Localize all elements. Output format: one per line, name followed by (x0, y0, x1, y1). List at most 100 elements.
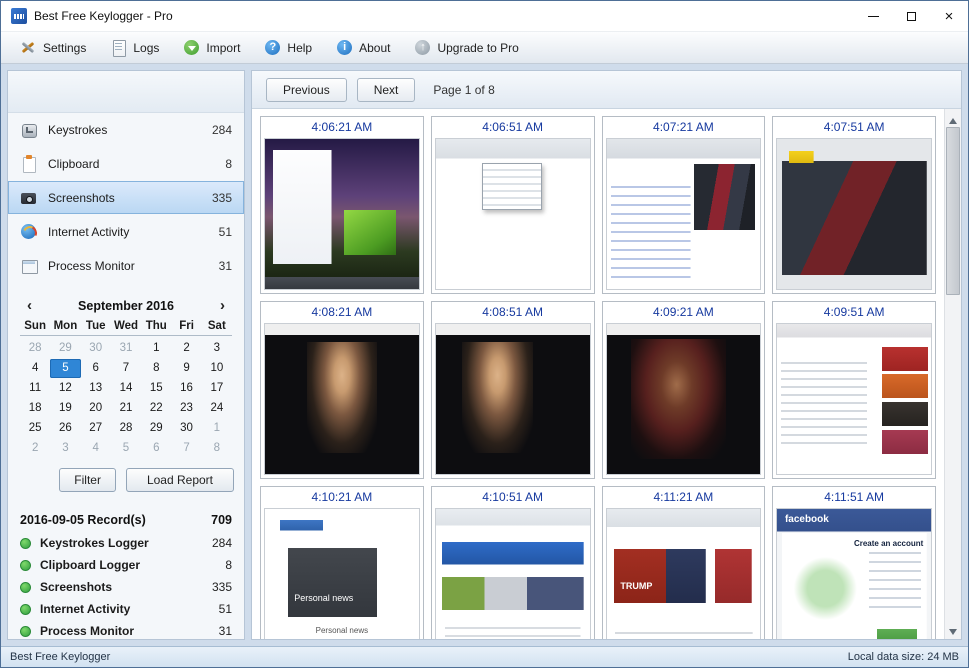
import-icon (183, 39, 200, 56)
sidebar-item-keystrokes[interactable]: Keystrokes284 (8, 113, 244, 146)
toolbar-button-help[interactable]: Help (255, 35, 321, 60)
maximize-button[interactable] (892, 1, 930, 31)
calendar-day[interactable]: 11 (20, 379, 50, 398)
calendar-day[interactable]: 7 (111, 359, 141, 378)
screenshot-card[interactable]: 4:09:51 AM (772, 301, 936, 479)
calendar-day[interactable]: 4 (20, 359, 50, 378)
summary-row: Internet Activity51 (8, 598, 244, 620)
summary-value: 335 (212, 580, 232, 594)
calendar-day[interactable]: 5 (50, 359, 80, 378)
calendar-day[interactable]: 1 (202, 419, 232, 438)
calendar-day[interactable]: 15 (141, 379, 171, 398)
calendar-day[interactable]: 25 (20, 419, 50, 438)
screenshot-thumbnail: Personal newsPersonal news (264, 508, 420, 639)
calendar-prev-button[interactable]: ‹ (22, 297, 37, 314)
previous-button[interactable]: Previous (266, 78, 347, 102)
toolbar-button-import[interactable]: Import (174, 35, 249, 60)
sidebar-item-count: 284 (212, 123, 232, 137)
screenshot-card[interactable]: 4:10:21 AMPersonal newsPersonal news (260, 486, 424, 639)
load-report-button[interactable]: Load Report (126, 468, 234, 492)
calendar-day[interactable]: 18 (20, 399, 50, 418)
calendar-day[interactable]: 2 (20, 439, 50, 458)
screenshot-card[interactable]: 4:11:21 AMTRUMP (602, 486, 766, 639)
calendar-day[interactable]: 8 (202, 439, 232, 458)
screenshot-card[interactable]: 4:08:51 AM (431, 301, 595, 479)
calendar-day[interactable]: 10 (202, 359, 232, 378)
scrollbar-thumb[interactable] (946, 127, 960, 295)
screenshot-card[interactable]: 4:07:21 AM (602, 116, 766, 294)
calendar-day[interactable]: 23 (171, 399, 201, 418)
calendar-day[interactable]: 12 (50, 379, 80, 398)
scroll-up-button[interactable] (945, 109, 961, 126)
screenshot-card[interactable]: 4:09:21 AM (602, 301, 766, 479)
screenshot-card[interactable]: 4:10:51 AM (431, 486, 595, 639)
calendar-day-header: Thu (141, 320, 171, 332)
calendar-header: ‹ September 2016 › (18, 295, 234, 320)
sidebar-item-process-monitor[interactable]: Process Monitor31 (8, 249, 244, 282)
next-button[interactable]: Next (357, 78, 416, 102)
calendar-day[interactable]: 3 (50, 439, 80, 458)
calendar-day[interactable]: 29 (141, 419, 171, 438)
window-controls: × (854, 1, 968, 31)
calendar-day[interactable]: 27 (81, 419, 111, 438)
screenshot-card[interactable]: 4:07:51 AM (772, 116, 936, 294)
calendar-day[interactable]: 19 (50, 399, 80, 418)
calendar-day[interactable]: 5 (111, 439, 141, 458)
scrollbar[interactable] (944, 109, 961, 639)
calendar-day[interactable]: 17 (202, 379, 232, 398)
summary-date-label: 2016-09-05 Record(s) (20, 513, 146, 527)
screenshot-thumbnail (435, 323, 591, 475)
screenshot-card[interactable]: 4:06:21 AM (260, 116, 424, 294)
calendar-day[interactable]: 7 (171, 439, 201, 458)
screenshot-card[interactable]: 4:11:51 AMfacebookCreate an account (772, 486, 936, 639)
scroll-down-button[interactable] (945, 622, 961, 639)
calendar-day[interactable]: 6 (81, 359, 111, 378)
sidebar-nav: Keystrokes284Clipboard8Screenshots335Int… (8, 113, 244, 283)
calendar-day[interactable]: 16 (171, 379, 201, 398)
sidebar-item-screenshots[interactable]: Screenshots335 (8, 181, 244, 214)
calendar-day[interactable]: 4 (81, 439, 111, 458)
calendar-day[interactable]: 28 (111, 419, 141, 438)
calendar-day[interactable]: 3 (202, 339, 232, 358)
screenshot-card[interactable]: 4:06:51 AM (431, 116, 595, 294)
calendar-next-button[interactable]: › (215, 297, 230, 314)
sidebar-item-count: 335 (212, 191, 232, 205)
calendar-day[interactable]: 31 (111, 339, 141, 358)
summary-value: 31 (219, 624, 232, 638)
calendar-day[interactable]: 29 (50, 339, 80, 358)
calendar-day[interactable]: 22 (141, 399, 171, 418)
screenshot-area: 4:06:21 AM4:06:51 AM4:07:21 AM4:07:51 AM… (252, 109, 961, 639)
calendar-day[interactable]: 26 (50, 419, 80, 438)
calendar-day-header: Fri (171, 320, 201, 332)
toolbar-button-logs[interactable]: Logs (101, 35, 168, 60)
summary-row: Screenshots335 (8, 576, 244, 598)
sidebar-item-clipboard[interactable]: Clipboard8 (8, 147, 244, 180)
calendar-day[interactable]: 20 (81, 399, 111, 418)
close-button[interactable]: × (930, 1, 968, 31)
calendar-day[interactable]: 24 (202, 399, 232, 418)
calendar-day[interactable]: 28 (20, 339, 50, 358)
calendar-day[interactable]: 9 (171, 359, 201, 378)
calendar-day[interactable]: 14 (111, 379, 141, 398)
calendar-day[interactable]: 30 (81, 339, 111, 358)
calendar-day[interactable]: 8 (141, 359, 171, 378)
toolbar-button-about[interactable]: About (327, 35, 399, 60)
calendar-day[interactable]: 2 (171, 339, 201, 358)
calendar-day[interactable]: 1 (141, 339, 171, 358)
logs-icon (110, 39, 127, 56)
calendar-day[interactable]: 21 (111, 399, 141, 418)
toolbar-button-upgrade-to-pro[interactable]: Upgrade to Pro (405, 35, 527, 60)
minimize-button[interactable] (854, 1, 892, 31)
filter-button[interactable]: Filter (59, 468, 116, 492)
calendar-day[interactable]: 30 (171, 419, 201, 438)
upgrade-icon (414, 39, 431, 56)
calendar-day[interactable]: 6 (141, 439, 171, 458)
calendar-day-headers: SunMonTueWedThuFriSat (20, 320, 232, 336)
sidebar-item-internet-activity[interactable]: Internet Activity51 (8, 215, 244, 248)
screenshot-timestamp: 4:08:21 AM (261, 302, 423, 323)
screenshot-card[interactable]: 4:08:21 AM (260, 301, 424, 479)
toolbar-button-settings[interactable]: Settings (11, 35, 95, 60)
calendar-day[interactable]: 13 (81, 379, 111, 398)
thumbnail-text: Personal news (294, 593, 353, 603)
toolbar-button-label: Upgrade to Pro (437, 41, 518, 55)
